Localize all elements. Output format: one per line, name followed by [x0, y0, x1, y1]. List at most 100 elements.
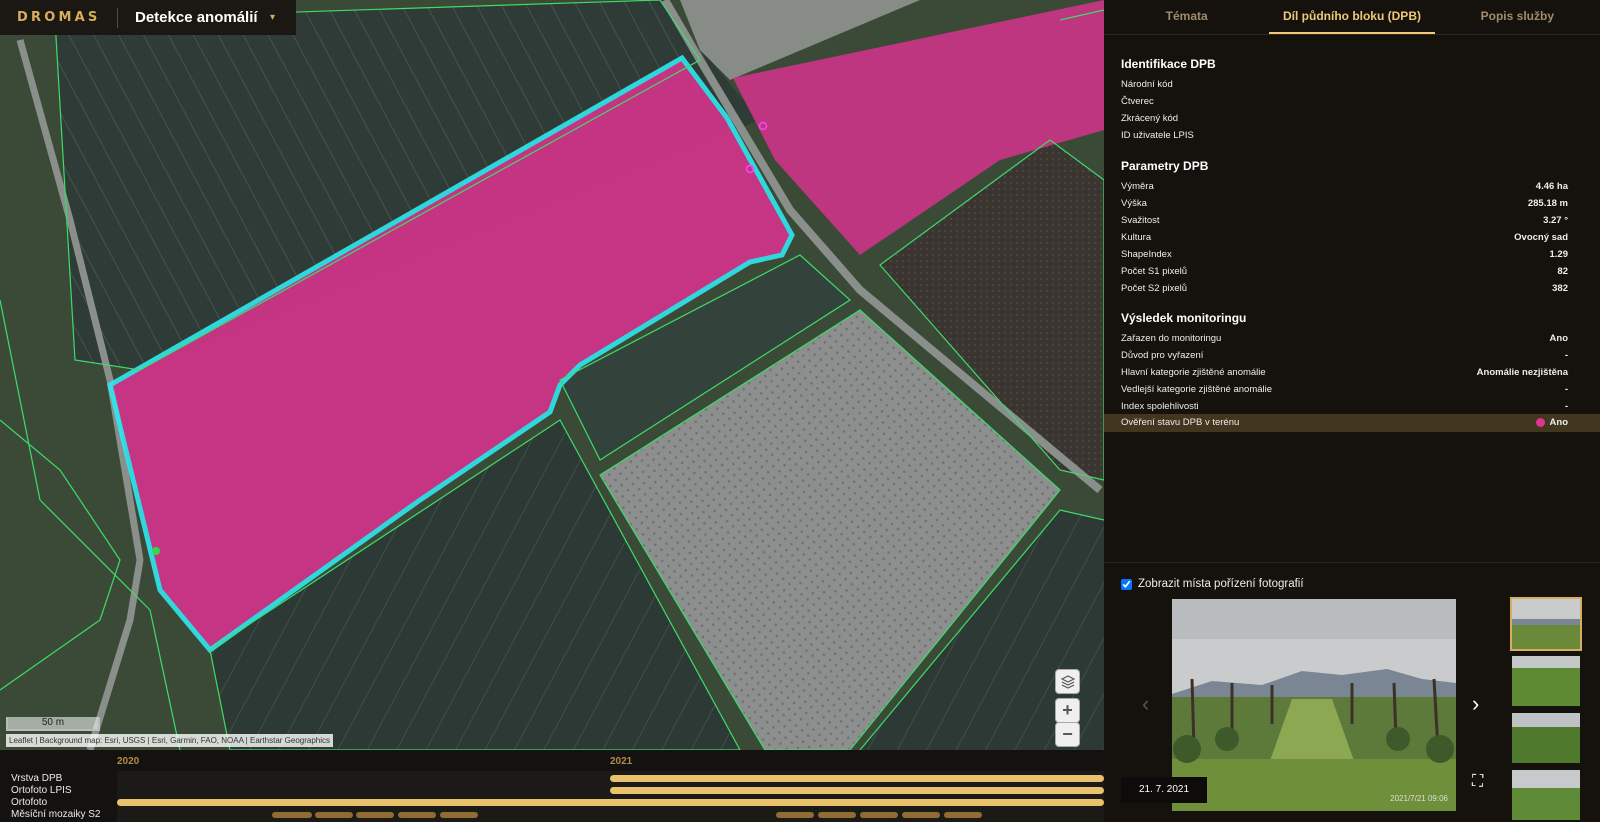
- photo-thumbnail[interactable]: [1512, 770, 1580, 820]
- property-key: Index spolehlivosti: [1121, 401, 1199, 412]
- photo-panel: Zobrazit místa pořízení fotografií ‹ 202…: [1104, 562, 1600, 822]
- map-canvas[interactable]: [0, 0, 1104, 750]
- timeline-segment-s2[interactable]: [818, 812, 856, 818]
- property-key: ShapeIndex: [1121, 249, 1172, 260]
- prev-photo-button[interactable]: ‹: [1142, 691, 1149, 717]
- location-marker[interactable]: [152, 547, 160, 555]
- zoom-out-button[interactable]: −: [1055, 722, 1080, 747]
- timeline-row-label: Ortofoto: [11, 797, 48, 808]
- property-key: Výška: [1121, 198, 1147, 209]
- section-heading: Parametry DPB: [1121, 159, 1209, 173]
- property-key: Kultura: [1121, 232, 1152, 243]
- property-value: 1.29: [1549, 249, 1569, 260]
- property-value: Ano: [1549, 333, 1568, 344]
- property-value: 3.27 °: [1543, 215, 1568, 226]
- property-key: Čtverec: [1121, 96, 1154, 107]
- field-check-row[interactable]: Ověření stavu DPB v terénu Ano: [1104, 414, 1600, 432]
- timeline-segment-s2[interactable]: [944, 812, 982, 818]
- section-heading: Identifikace DPB: [1121, 57, 1216, 71]
- layers-icon[interactable]: [1055, 669, 1080, 694]
- property-row: Zařazen do monitoringu Ano: [1104, 330, 1600, 347]
- photo-thumbnail[interactable]: [1510, 597, 1582, 651]
- photo-thumbnail[interactable]: [1512, 713, 1580, 763]
- property-row: Zkrácený kód: [1104, 110, 1600, 127]
- property-row: Čtverec: [1104, 93, 1600, 110]
- tab-bar: Témata Díl půdního bloku (DPB) Popis slu…: [1104, 0, 1600, 35]
- property-row: Index spolehlivosti -: [1104, 398, 1600, 415]
- property-key: Svažitost: [1121, 215, 1160, 226]
- property-row: Důvod pro vyřazení -: [1104, 347, 1600, 364]
- property-row: Vedlejší kategorie zjištěné anomálie -: [1104, 381, 1600, 398]
- photo-timestamp: 2021/7/21 09:06: [1390, 794, 1448, 803]
- main-photo[interactable]: 2021/7/21 09:06: [1172, 599, 1456, 811]
- chevron-down-icon[interactable]: ▾: [270, 12, 296, 23]
- show-photo-locations-label: Zobrazit místa pořízení fotografií: [1138, 578, 1304, 590]
- property-row: Výška 285.18 m: [1104, 195, 1600, 212]
- timeline-segment-s2[interactable]: [860, 812, 898, 818]
- property-key: Zkrácený kód: [1121, 113, 1179, 124]
- section-heading: Výsledek monitoringu: [1121, 311, 1247, 325]
- property-row: Hlavní kategorie zjištěné anomálie Anomál…: [1104, 364, 1600, 381]
- timeline-segment-s2[interactable]: [902, 812, 940, 818]
- property-value: 382: [1552, 283, 1568, 294]
- property-row: Počet S2 pixelů 382: [1104, 280, 1600, 297]
- photo-thumbnail[interactable]: [1512, 656, 1580, 706]
- property-key: Výměra: [1121, 181, 1154, 192]
- app-header: DROMAS Detekce anomálií ▾: [0, 0, 296, 35]
- timeline-segment-s2[interactable]: [272, 812, 312, 818]
- timeline-row-label: Ortofoto LPIS: [11, 785, 72, 796]
- property-value: 82: [1557, 266, 1568, 277]
- tab-popis-sluzby[interactable]: Popis služby: [1435, 0, 1600, 34]
- property-key: Zařazen do monitoringu: [1121, 333, 1222, 344]
- fullscreen-icon[interactable]: ⛶: [1472, 773, 1483, 791]
- property-key: Počet S1 pixelů: [1121, 266, 1188, 277]
- timeline-row-label: Měsíční mozaiky S2: [11, 809, 101, 820]
- timeline-segment-s2[interactable]: [356, 812, 394, 818]
- property-row: Kultura Ovocný sad: [1104, 229, 1600, 246]
- property-key: Vedlejší kategorie zjištěné anomálie: [1121, 384, 1273, 395]
- timeline-segment-s2[interactable]: [440, 812, 478, 818]
- property-value: Ano: [1549, 417, 1568, 428]
- next-photo-button[interactable]: ›: [1472, 691, 1479, 717]
- property-key: Hlavní kategorie zjištěné anomálie: [1121, 367, 1266, 378]
- timeline-segment-s2[interactable]: [315, 812, 353, 818]
- property-key: ID uživatele LPIS: [1121, 130, 1194, 141]
- scale-bar: 50 m: [6, 717, 100, 731]
- property-value: -: [1564, 384, 1568, 395]
- timeline[interactable]: 2020 2021 Vrstva DPB Ortofoto LPIS Ortof…: [0, 750, 1104, 822]
- show-photo-locations-checkbox[interactable]: [1121, 578, 1132, 590]
- property-key: Ověření stavu DPB v terénu: [1121, 417, 1240, 428]
- property-value: -: [1564, 350, 1568, 361]
- photo-date: 21. 7. 2021: [1121, 777, 1207, 803]
- tab-dpb[interactable]: Díl půdního bloku (DPB): [1269, 0, 1435, 34]
- property-key: Národní kód: [1121, 79, 1173, 90]
- property-row: ID uživatele LPIS: [1104, 127, 1600, 144]
- property-row: ShapeIndex 1.29: [1104, 246, 1600, 263]
- timeline-bar-ortofoto[interactable]: [117, 799, 1104, 806]
- property-value: 285.18 m: [1527, 198, 1568, 209]
- property-row: Výměra 4.46 ha: [1104, 178, 1600, 195]
- timeline-segment-s2[interactable]: [776, 812, 814, 818]
- timeline-row-label: Vrstva DPB: [11, 773, 63, 784]
- timeline-track[interactable]: [117, 771, 1104, 822]
- app-title[interactable]: Detekce anomálií: [118, 9, 270, 26]
- tab-temata[interactable]: Témata: [1104, 0, 1269, 34]
- property-row: Svažitost 3.27 °: [1104, 212, 1600, 229]
- property-row: Počet S1 pixelů 82: [1104, 263, 1600, 280]
- property-value: 4.46 ha: [1535, 181, 1568, 192]
- timeline-year: 2020: [117, 756, 140, 767]
- property-value: Ovocný sad: [1514, 232, 1568, 243]
- show-photo-locations[interactable]: Zobrazit místa pořízení fotografií: [1121, 578, 1304, 590]
- map-view[interactable]: DROMAS Detekce anomálií ▾ + − 50 m Leafl…: [0, 0, 1104, 750]
- map-attribution: Leaflet | Background map: Esri, USGS | E…: [6, 734, 334, 747]
- zoom-in-button[interactable]: +: [1055, 698, 1080, 723]
- property-row: Národní kód: [1104, 76, 1600, 93]
- timeline-bar-ortofoto-lpis[interactable]: [610, 787, 1104, 794]
- timeline-bar-dpb[interactable]: [610, 775, 1104, 782]
- property-value: Anomálie nezjištěna: [1476, 367, 1568, 378]
- property-key: Důvod pro vyřazení: [1121, 350, 1204, 361]
- status-dot-icon: [1536, 418, 1545, 427]
- timeline-segment-s2[interactable]: [398, 812, 436, 818]
- detail-panel: Témata Díl půdního bloku (DPB) Popis slu…: [1104, 0, 1600, 822]
- dromas-logo: DROMAS: [17, 10, 101, 25]
